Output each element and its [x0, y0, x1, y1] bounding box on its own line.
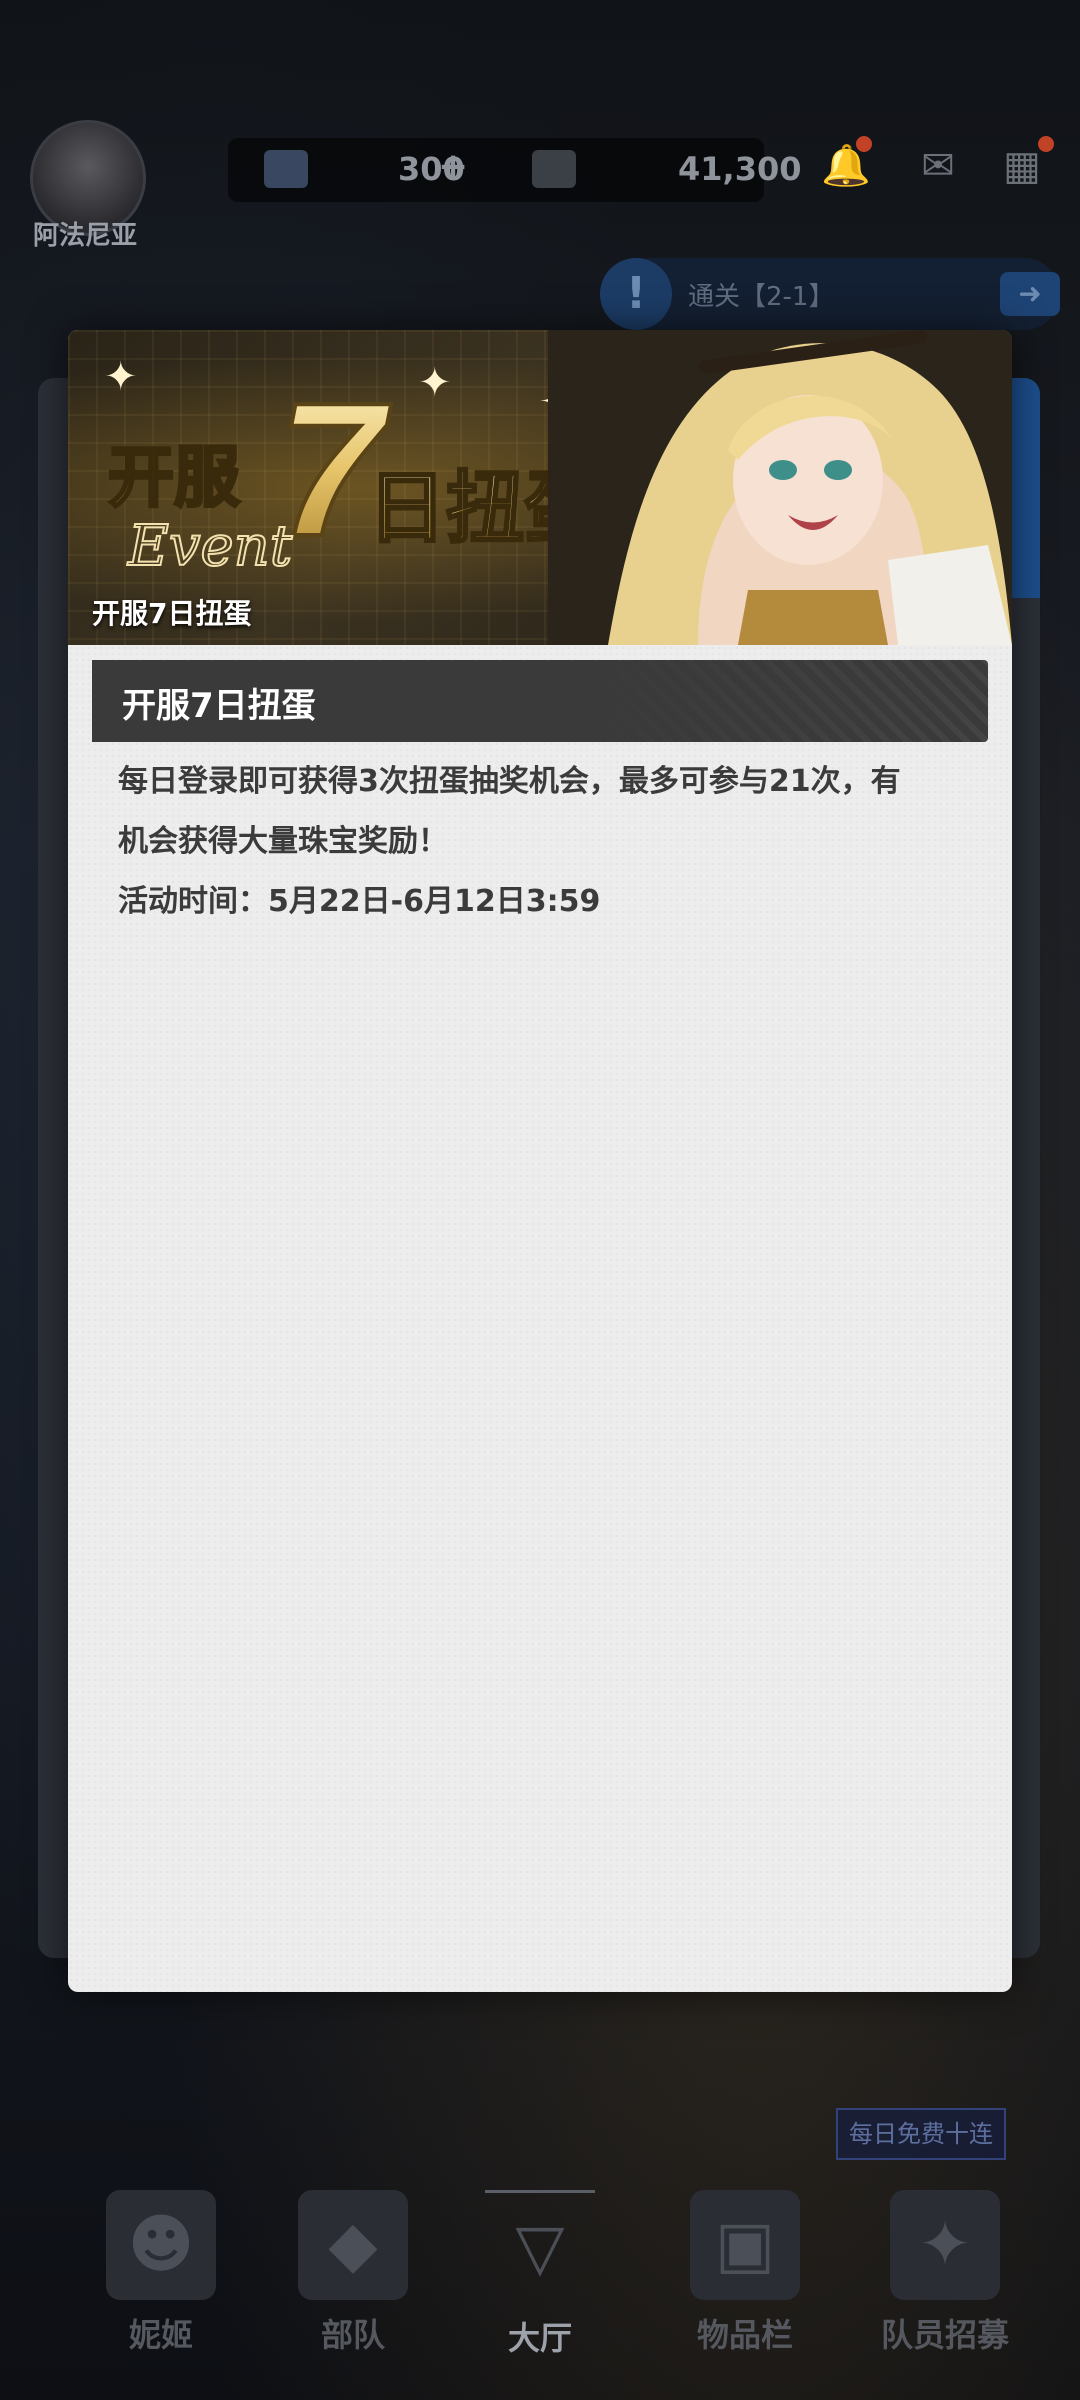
gem-icon [264, 150, 308, 188]
go-arrow-icon[interactable]: ➜ [1000, 272, 1060, 316]
add-currency-button[interactable]: + [438, 146, 468, 187]
nav-recruit[interactable]: ✦ 队员招募 [860, 2190, 1030, 2356]
recruit-icon: ✦ [890, 2190, 1000, 2300]
nav-label: 队员招募 [880, 2316, 1009, 2354]
nav-label: 物品栏 [696, 2316, 793, 2354]
daily-free-recruit-badge: 每日免费十连 [836, 2108, 1006, 2160]
bottom-nav: ☻ 妮姬 ◆ 部队 ▽ 大厅 ▣ 物品栏 ✦ 队员招募 [0, 2150, 1080, 2400]
event-dialog: 7 开服 日扭蛋 Event ✦ ✦ ✦ 开服7日扭蛋 开服7日扭蛋 每日登录即 [68, 330, 1012, 1992]
player-name: 阿法尼亚 [32, 221, 137, 251]
background-panel-accent [1010, 378, 1040, 598]
nav-label: 大厅 [507, 2319, 572, 2357]
nav-nikke[interactable]: ☻ 妮姬 [76, 2190, 246, 2356]
nav-lobby[interactable]: ▽ 大厅 [455, 2190, 625, 2359]
banner-caption: 开服7日扭蛋 [92, 597, 252, 630]
event-period: 活动时间：5月22日-6月12日3:59 [118, 884, 601, 919]
mail-icon[interactable]: ✉ [912, 140, 964, 192]
event-description: 每日登录即可获得3次扭蛋抽奖机会，最多可参与21次，有 机会获得大量珠宝奖励！ … [118, 752, 978, 932]
character-illustration [548, 330, 1012, 645]
nikke-icon: ☻ [106, 2190, 216, 2300]
stage-label: 通关【2-1】 [688, 282, 835, 312]
resource-bar: 300 + 41,300 [228, 138, 801, 202]
svg-text:开服: 开服 [108, 439, 240, 516]
inventory-icon: ▣ [690, 2190, 800, 2300]
nav-inventory[interactable]: ▣ 物品栏 [660, 2190, 830, 2356]
event-banner: 7 开服 日扭蛋 Event ✦ ✦ ✦ 开服7日扭蛋 [68, 330, 1012, 645]
lobby-icon: ▽ [485, 2190, 595, 2303]
credit-icon [532, 150, 576, 188]
description-line: 每日登录即可获得3次扭蛋抽奖机会，最多可参与21次，有 [118, 764, 901, 799]
notification-dot [856, 136, 872, 152]
nav-squad[interactable]: ◆ 部队 [268, 2190, 438, 2356]
menu-notification-dot [1038, 136, 1054, 152]
sparkle-icon: ✦ [418, 360, 452, 406]
event-title: 开服7日扭蛋 [122, 686, 316, 726]
squad-icon: ◆ [298, 2190, 408, 2300]
nav-label: 部队 [320, 2316, 385, 2354]
description-line: 机会获得大量珠宝奖励！ [118, 824, 448, 859]
sparkle-icon: ✦ [104, 354, 138, 400]
event-title-bar: 开服7日扭蛋 [92, 660, 988, 742]
svg-text:Event: Event [127, 514, 293, 579]
alert-icon: ! [600, 258, 672, 330]
nav-label: 妮姬 [128, 2316, 193, 2354]
currency-2-value: 41,300 [678, 150, 802, 188]
top-bar: 阿法尼亚 300 + 41,300 🔔 ✉ ▦ [0, 110, 1080, 251]
stage-progress[interactable]: ! 通关【2-1】 ➜ [600, 258, 1060, 330]
